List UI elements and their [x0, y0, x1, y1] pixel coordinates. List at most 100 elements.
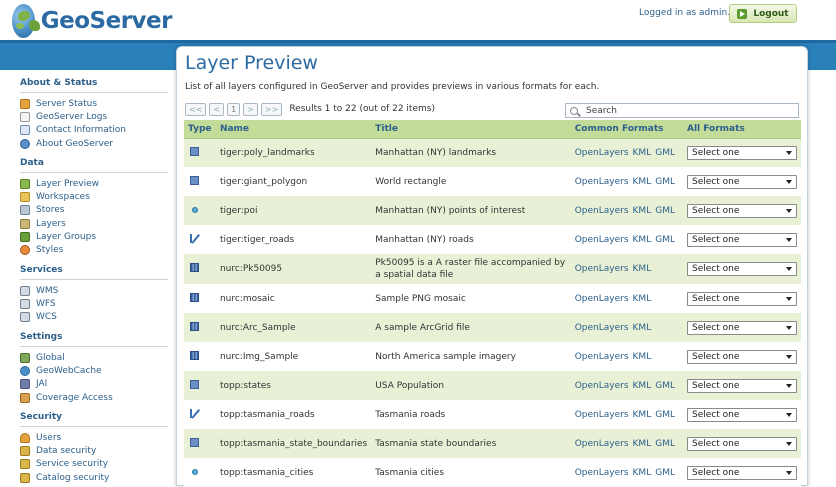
sidebar-item[interactable]: JAI [20, 378, 168, 391]
prev-page-button[interactable]: < [209, 102, 225, 116]
format-link-openlayers[interactable]: OpenLayers [575, 264, 629, 274]
jai-icon [20, 379, 30, 390]
sidebar-item-label: Catalog security [36, 472, 110, 483]
format-link-gml[interactable]: GML [655, 148, 675, 158]
sidebar-item[interactable]: Data security [20, 444, 168, 457]
layer-name: nurc:Img_Sample [215, 342, 372, 371]
format-link-openlayers[interactable]: OpenLayers [575, 410, 629, 420]
format-link-gml[interactable]: GML [655, 177, 675, 187]
format-link-gml[interactable]: GML [655, 439, 675, 449]
sidebar-divider [20, 279, 168, 280]
all-formats-select[interactable]: Select one [687, 407, 797, 422]
format-link-openlayers[interactable]: OpenLayers [575, 439, 629, 449]
all-formats-select[interactable]: Select one [687, 232, 797, 247]
all-formats-select[interactable]: Select one [687, 378, 797, 393]
sidebar-item[interactable]: Users [20, 431, 168, 444]
layers-icon [20, 218, 30, 229]
all-formats-select[interactable]: Select one [687, 349, 797, 364]
sidebar-item[interactable]: Coverage Access [20, 391, 168, 404]
format-link-gml[interactable]: GML [655, 410, 675, 420]
format-link-kml[interactable]: KML [633, 381, 652, 391]
next-page-button[interactable]: > [243, 102, 258, 116]
logout-button[interactable]: Logout [729, 4, 797, 23]
sidebar-item[interactable]: Layer Groups [20, 230, 168, 243]
sidebar-item[interactable]: Layers [20, 217, 168, 230]
format-link-gml[interactable]: GML [655, 468, 675, 478]
all-formats-select[interactable]: Select one [687, 436, 797, 451]
format-link-kml[interactable]: KML [633, 352, 652, 362]
all-formats-select[interactable]: Select one [687, 262, 797, 276]
format-link-kml[interactable]: KML [633, 206, 652, 216]
table-row: topp:tasmania_roads Tasmania roads OpenLay… [184, 400, 801, 429]
sidebar-item[interactable]: About GeoServer [20, 137, 168, 150]
sidebar-item[interactable]: Global [20, 351, 168, 364]
sidebar-item[interactable]: Server Status [20, 97, 168, 110]
sidebar-item-label: Layer Groups [36, 231, 97, 242]
layer-name: tiger:giant_polygon [215, 167, 372, 196]
format-link-kml[interactable]: KML [633, 177, 652, 187]
all-formats-select[interactable]: Select one [687, 465, 797, 480]
geowebcache-icon [20, 365, 30, 376]
format-link-openlayers[interactable]: OpenLayers [575, 235, 629, 245]
select-label: Select one [692, 438, 740, 449]
chevron-down-icon [786, 179, 792, 184]
all-formats-select[interactable]: Select one [687, 145, 797, 160]
format-link-openlayers[interactable]: OpenLayers [575, 148, 629, 158]
format-link-openlayers[interactable]: OpenLayers [575, 294, 629, 304]
format-link-kml[interactable]: KML [633, 235, 652, 245]
sidebar-section: Security Users Data security Service securi… [20, 412, 168, 484]
format-link-openlayers[interactable]: OpenLayers [575, 323, 629, 333]
common-formats-cell: OpenLayers KML [570, 342, 683, 371]
format-link-openlayers[interactable]: OpenLayers [575, 381, 629, 391]
sidebar-item[interactable]: WCS [20, 311, 168, 324]
col-type[interactable]: Type [184, 120, 216, 139]
col-title[interactable]: Title [371, 120, 571, 139]
sidebar-item[interactable]: Catalog security [20, 471, 168, 484]
format-link-openlayers[interactable]: OpenLayers [575, 352, 629, 362]
sidebar-item[interactable]: WMS [20, 284, 168, 297]
format-link-gml[interactable]: GML [655, 381, 675, 391]
format-link-kml[interactable]: KML [633, 294, 652, 304]
format-link-kml[interactable]: KML [633, 410, 652, 420]
table-row: topp:states USA Population OpenLayers KML GM… [184, 371, 801, 400]
format-link-kml[interactable]: KML [633, 439, 652, 449]
last-page-button[interactable]: >> [260, 102, 283, 116]
sidebar-item-label: Server Status [36, 98, 98, 109]
search-input[interactable]: Search [565, 103, 799, 118]
sidebar-item[interactable]: Layer Preview [20, 177, 168, 190]
globe-icon [12, 4, 40, 38]
all-formats-select[interactable]: Select one [687, 174, 797, 189]
format-link-kml[interactable]: KML [633, 264, 652, 274]
all-formats-cell: Select one [683, 371, 801, 400]
sidebar-section-title: Settings [20, 332, 63, 342]
sidebar-item[interactable]: WFS [20, 297, 168, 310]
sidebar-item[interactable]: Stores [20, 204, 168, 217]
sidebar-item[interactable]: Workspaces [20, 190, 168, 203]
all-formats-select[interactable]: Select one [687, 203, 797, 218]
format-link-gml[interactable]: GML [655, 235, 675, 245]
main-panel: Layer Preview List of all layers configu… [176, 46, 808, 487]
sidebar-item-label: WMS [36, 285, 59, 296]
all-formats-select[interactable]: Select one [687, 291, 797, 306]
all-formats-select[interactable]: Select one [687, 320, 797, 335]
format-link-openlayers[interactable]: OpenLayers [575, 468, 629, 478]
sidebar-item[interactable]: Contact Information [20, 124, 168, 137]
col-name[interactable]: Name [215, 120, 372, 139]
sidebar-item[interactable]: Styles [20, 243, 168, 256]
format-link-kml[interactable]: KML [633, 468, 652, 478]
layer-title: USA Population [371, 371, 571, 400]
format-link-kml[interactable]: KML [633, 323, 652, 333]
format-link-openlayers[interactable]: OpenLayers [575, 177, 629, 187]
format-link-kml[interactable]: KML [633, 148, 652, 158]
first-page-button[interactable]: << [185, 102, 207, 116]
format-link-openlayers[interactable]: OpenLayers [575, 206, 629, 216]
sidebar-section-title: Data [20, 158, 44, 168]
sidebar-item[interactable]: GeoWebCache [20, 364, 168, 377]
format-link-gml[interactable]: GML [655, 206, 675, 216]
select-label: Select one [692, 234, 740, 245]
current-page[interactable]: 1 [227, 102, 241, 116]
sidebar-item[interactable]: GeoServer Logs [20, 110, 168, 123]
geoserver-logo[interactable]: GeoServer [12, 4, 173, 38]
sidebar-item[interactable]: Service security [20, 458, 168, 471]
sidebar-item-label: About GeoServer [36, 138, 114, 149]
